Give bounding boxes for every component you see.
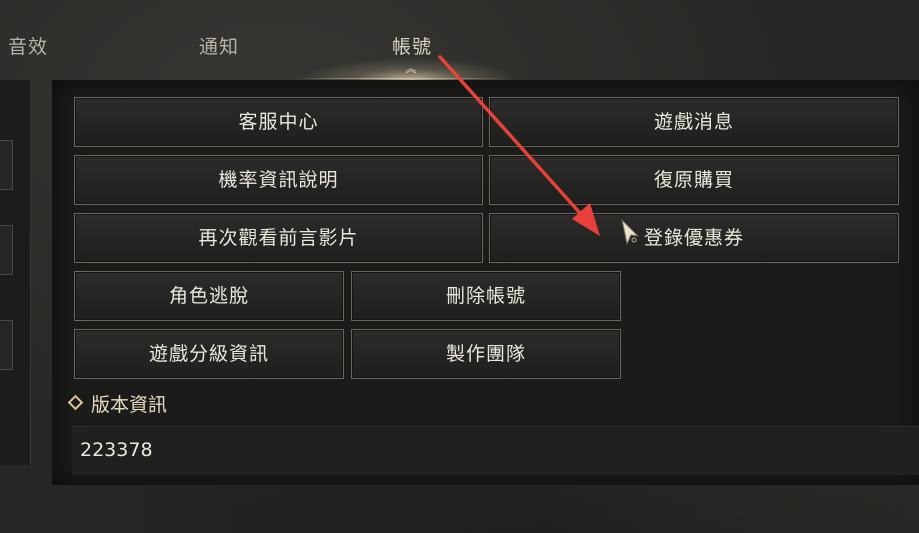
tab-notifications[interactable]: 通知	[199, 32, 239, 59]
version-info-heading: 版本資訊	[67, 390, 168, 417]
active-tab-chevron-icon: ︽	[405, 62, 417, 75]
rewatch-prologue-button[interactable]: 再次觀看前言影片	[74, 213, 483, 263]
restore-purchase-button[interactable]: 復原購買	[489, 155, 899, 205]
diamond-icon	[67, 394, 84, 411]
tab-sound[interactable]: 音效	[8, 32, 48, 59]
delete-account-button[interactable]: 刪除帳號	[351, 271, 621, 321]
game-news-button[interactable]: 遊戲消息	[489, 97, 899, 147]
version-info-box: 223378	[72, 426, 919, 475]
tab-bar: 音效 通知 帳號 ︽	[0, 0, 919, 80]
version-info-title: 版本資訊	[91, 394, 168, 416]
left-side-panel	[0, 80, 31, 465]
left-panel-item[interactable]	[0, 140, 13, 190]
tab-account[interactable]: 帳號	[392, 32, 432, 59]
probability-info-button[interactable]: 機率資訊說明	[74, 155, 483, 205]
character-escape-button[interactable]: 角色逃脫	[74, 271, 344, 321]
left-panel-item[interactable]	[0, 225, 13, 275]
version-number: 223378	[80, 439, 153, 461]
customer-service-button[interactable]: 客服中心	[74, 97, 483, 147]
left-panel-item[interactable]	[0, 320, 13, 370]
mouse-cursor-icon	[621, 218, 640, 246]
credits-button[interactable]: 製作團隊	[351, 329, 621, 379]
game-rating-info-button[interactable]: 遊戲分級資訊	[74, 329, 344, 379]
active-tab-underline	[290, 78, 510, 79]
redeem-coupon-button[interactable]: 登錄優惠券	[489, 213, 899, 263]
